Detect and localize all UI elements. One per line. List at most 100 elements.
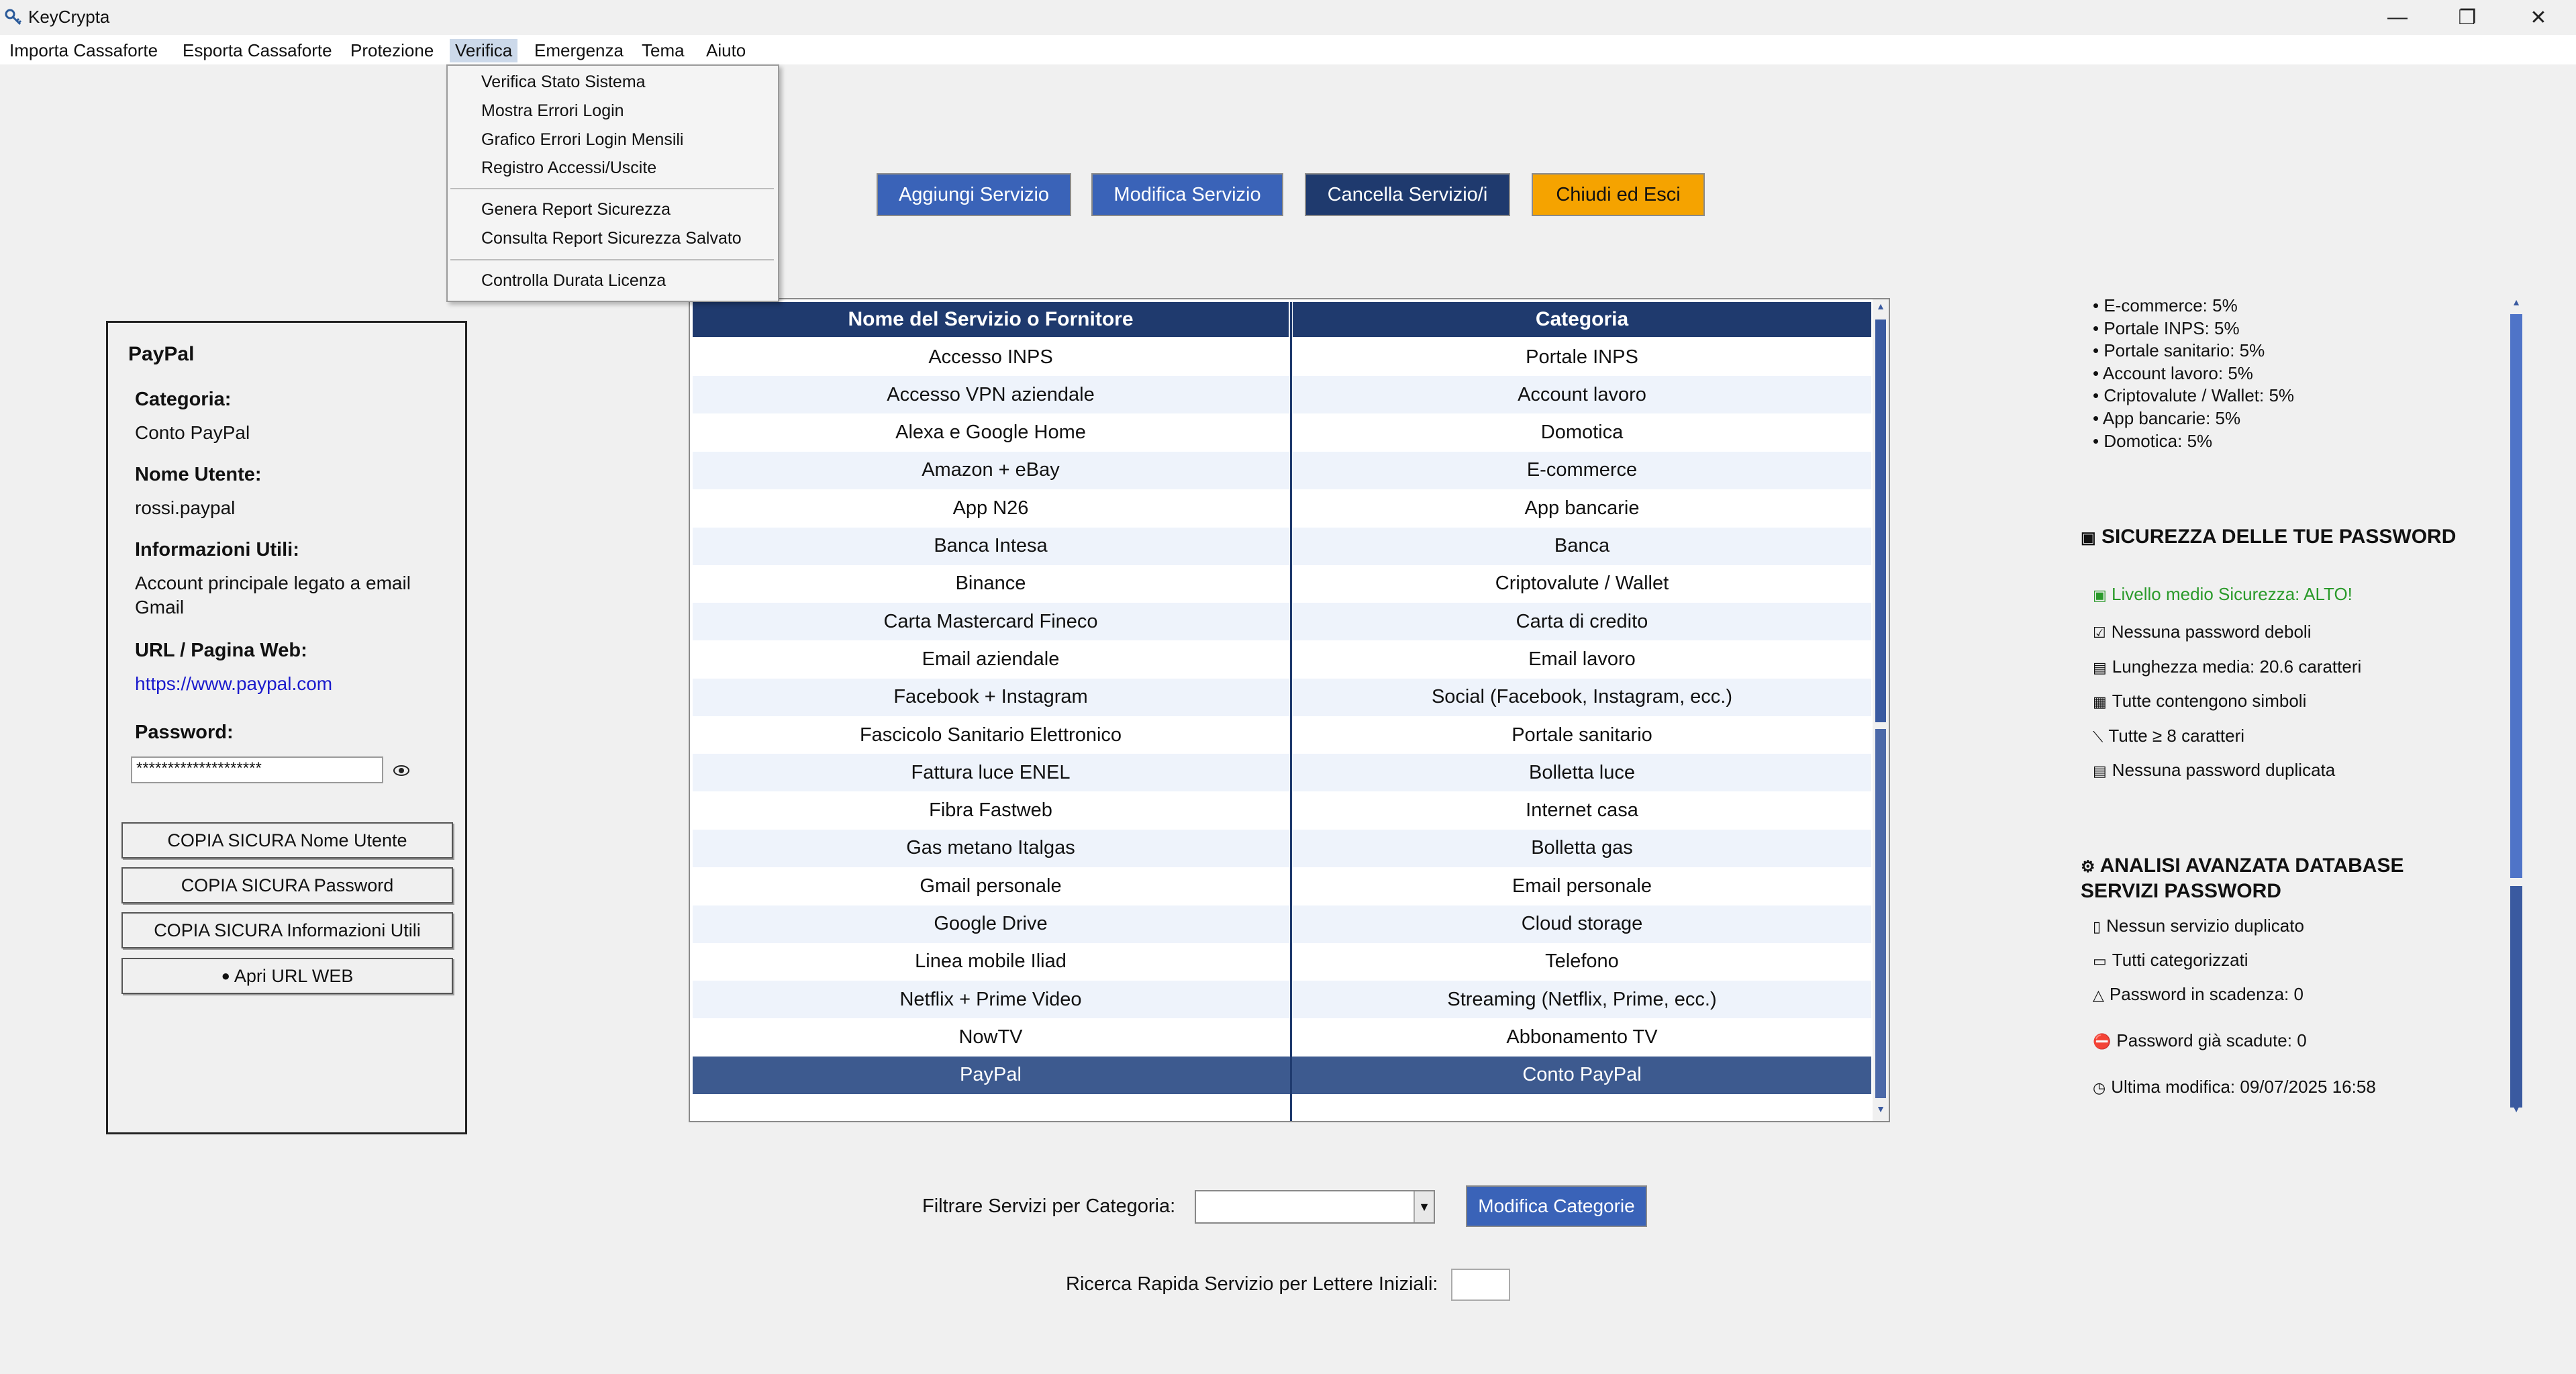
category-share-item: • E-commerce: 5% — [2093, 295, 2238, 315]
quick-search-input[interactable] — [1451, 1269, 1510, 1301]
table-row[interactable]: Fattura luce ENEL Bolletta luce — [693, 754, 1871, 792]
username-value: rossi.paypal — [135, 497, 236, 518]
copy-info-button[interactable]: COPIA SICURA Informazioni Utili — [121, 912, 453, 948]
stats-scroll-down-icon[interactable]: ▼ — [2509, 1103, 2524, 1118]
info-value: Account principale legato a email Gmail — [135, 573, 411, 618]
copy-password-button[interactable]: COPIA SICURA Password — [121, 867, 453, 903]
table-row[interactable]: Netflix + Prime Video Streaming (Netflix,… — [693, 981, 1871, 1019]
close-button[interactable]: ✕ — [2504, 0, 2573, 35]
close-exit-button[interactable]: Chiudi ed Esci — [1532, 173, 1705, 216]
security-item-text: Lunghezza media: 20.6 caratteri — [2112, 656, 2362, 677]
menu-item-grafico-errori[interactable]: Grafico Errori Login Mensili — [481, 130, 684, 150]
column-header-category[interactable]: Categoria — [1293, 302, 1871, 337]
table-row[interactable]: Alexa e Google Home Domotica — [693, 414, 1871, 452]
table-row[interactable]: Email aziendale Email lavoro — [693, 640, 1871, 678]
security-item-text: Tutte ≥ 8 caratteri — [2108, 725, 2245, 746]
chevron-down-icon[interactable]: ▼ — [1414, 1191, 1434, 1222]
table-row[interactable]: Linea mobile Iliad Telefono — [693, 943, 1871, 981]
menu-importa-cassaforte[interactable]: Importa Cassaforte — [4, 39, 163, 62]
table-row[interactable]: Accesso INPS Portale INPS — [693, 338, 1871, 376]
menu-item-consulta-report[interactable]: Consulta Report Sicurezza Salvato — [481, 229, 742, 248]
table-row[interactable]: Binance Criptovalute / Wallet — [693, 565, 1871, 603]
restore-button[interactable]: ❐ — [2432, 0, 2502, 35]
analysis-item-text: Password già scadute: 0 — [2116, 1030, 2307, 1050]
key-icon — [5, 9, 22, 26]
security-item-text: Tutte contengono simboli — [2112, 691, 2307, 711]
menu-item-verifica-stato[interactable]: Verifica Stato Sistema — [481, 72, 646, 92]
title-bar: KeyCrypta — ❐ ✕ — [0, 0, 2576, 35]
category-share-item: • Criptovalute / Wallet: 5% — [2093, 385, 2295, 406]
category-filter-select[interactable] — [1195, 1190, 1435, 1224]
service-name-cell: NowTV — [958, 1026, 1023, 1048]
symbol-icon: ▦ — [2093, 693, 2107, 710]
category-value: Conto PayPal — [135, 422, 250, 443]
open-url-button[interactable]: ● Apri URL WEB — [121, 958, 453, 994]
stats-scrollbar[interactable]: ▲ ▼ — [2508, 295, 2525, 1121]
menu-item-durata-licenza[interactable]: Controlla Durata Licenza — [481, 271, 666, 291]
service-category-cell: Conto PayPal — [1522, 1064, 1642, 1086]
table-row[interactable]: Fascicolo Sanitario Elettronico Portale s… — [693, 716, 1871, 754]
minimize-button[interactable]: — — [2363, 0, 2432, 35]
table-row[interactable]: Accesso VPN aziendale Account lavoro — [693, 376, 1871, 414]
table-row[interactable]: Gmail personale Email personale — [693, 867, 1871, 905]
menu-item-errori-login[interactable]: Mostra Errori Login — [481, 101, 624, 121]
delete-service-button[interactable]: Cancella Servizio/i — [1305, 173, 1510, 216]
table-row[interactable]: Amazon + eBay E-commerce — [693, 451, 1871, 489]
stats-scrollbar-track[interactable] — [2510, 886, 2522, 1108]
service-category-cell: Streaming (Netflix, Prime, ecc.) — [1447, 988, 1717, 1010]
menu-tema[interactable]: Tema — [636, 39, 690, 62]
delete-service-label: Cancella Servizio/i — [1327, 183, 1488, 205]
column-header-name[interactable]: Nome del Servizio o Fornitore — [693, 302, 1289, 337]
verifica-dropdown: Verifica Stato Sistema Mostra Errori Log… — [446, 64, 779, 302]
copy-username-button[interactable]: COPIA SICURA Nome Utente — [121, 822, 453, 858]
table-row[interactable]: App N26 App bancarie — [693, 489, 1871, 527]
add-service-button[interactable]: Aggiungi Servizio — [877, 173, 1071, 216]
folder-icon: ▭ — [2093, 952, 2107, 969]
menu-verifica[interactable]: Verifica — [450, 39, 518, 62]
service-category-cell: Portale INPS — [1526, 346, 1638, 368]
close-icon: ✕ — [2530, 6, 2547, 29]
edit-categories-button[interactable]: Modifica Categorie — [1466, 1185, 1647, 1227]
analysis-item-text: Tutti categorizzati — [2112, 950, 2248, 970]
table-row[interactable]: PayPal Conto PayPal — [693, 1056, 1871, 1094]
url-link[interactable]: https://www.paypal.com — [135, 672, 444, 696]
table-row[interactable]: Banca Intesa Banca — [693, 527, 1871, 565]
table-row[interactable]: NowTV Abbonamento TV — [693, 1018, 1871, 1056]
menu-protezione[interactable]: Protezione — [345, 39, 439, 62]
analysis-item: ▭ Tutti categorizzati — [2093, 950, 2248, 971]
service-name-cell: Fattura luce ENEL — [911, 761, 1071, 783]
table-row[interactable]: Fibra Fastweb Internet casa — [693, 792, 1871, 830]
scroll-up-icon[interactable]: ▲ — [1874, 301, 1887, 315]
table-row[interactable]: Google Drive Cloud storage — [693, 905, 1871, 943]
service-name-cell: Alexa e Google Home — [895, 422, 1086, 444]
length-icon: ⟍ — [2093, 728, 2103, 745]
service-category-cell: Cloud storage — [1521, 913, 1643, 934]
password-field[interactable]: ******************** — [131, 756, 383, 783]
table-scrollbar[interactable]: ▲ ▼ — [1873, 299, 1889, 1121]
eye-icon[interactable] — [393, 762, 410, 779]
menu-item-genera-report[interactable]: Genera Report Sicurezza — [481, 200, 671, 219]
security-item: ▦ Tutte contengono simboli — [2093, 691, 2306, 711]
service-name-cell: Fascicolo Sanitario Elettronico — [859, 724, 1122, 746]
scroll-down-icon[interactable]: ▼ — [1874, 1103, 1887, 1118]
analysis-item-text: Ultima modifica: 09/07/2025 16:58 — [2111, 1077, 2376, 1097]
menu-esporta-cassaforte[interactable]: Esporta Cassaforte — [177, 39, 338, 62]
edit-service-button[interactable]: Modifica Servizio — [1091, 173, 1283, 216]
service-name-cell: PayPal — [960, 1064, 1022, 1086]
table-row[interactable]: Carta Mastercard Fineco Carta di credito — [693, 603, 1871, 641]
table-scrollbar-thumb[interactable] — [1875, 320, 1886, 722]
service-category-cell: Internet casa — [1526, 799, 1638, 822]
table-row[interactable]: Gas metano Italgas Bolletta gas — [693, 829, 1871, 867]
copy-info-label: COPIA SICURA Informazioni Utili — [154, 920, 421, 940]
menu-emergenza[interactable]: Emergenza — [529, 39, 629, 62]
username-label: Nome Utente: — [135, 464, 262, 485]
analysis-item: △ Password in scadenza: 0 — [2093, 984, 2303, 1005]
services-table: Nome del Servizio o Fornitore Categoria … — [689, 298, 1890, 1122]
stats-scrollbar-thumb[interactable] — [2510, 314, 2522, 878]
table-row[interactable]: Facebook + Instagram Social (Facebook, In… — [693, 678, 1871, 716]
stats-scroll-up-icon[interactable]: ▲ — [2509, 297, 2524, 311]
menu-item-registro-accessi[interactable]: Registro Accessi/Uscite — [481, 158, 656, 178]
table-scrollbar-track[interactable] — [1875, 729, 1886, 1098]
menu-aiuto[interactable]: Aiuto — [701, 39, 751, 62]
service-name-cell: Gmail personale — [920, 875, 1062, 897]
